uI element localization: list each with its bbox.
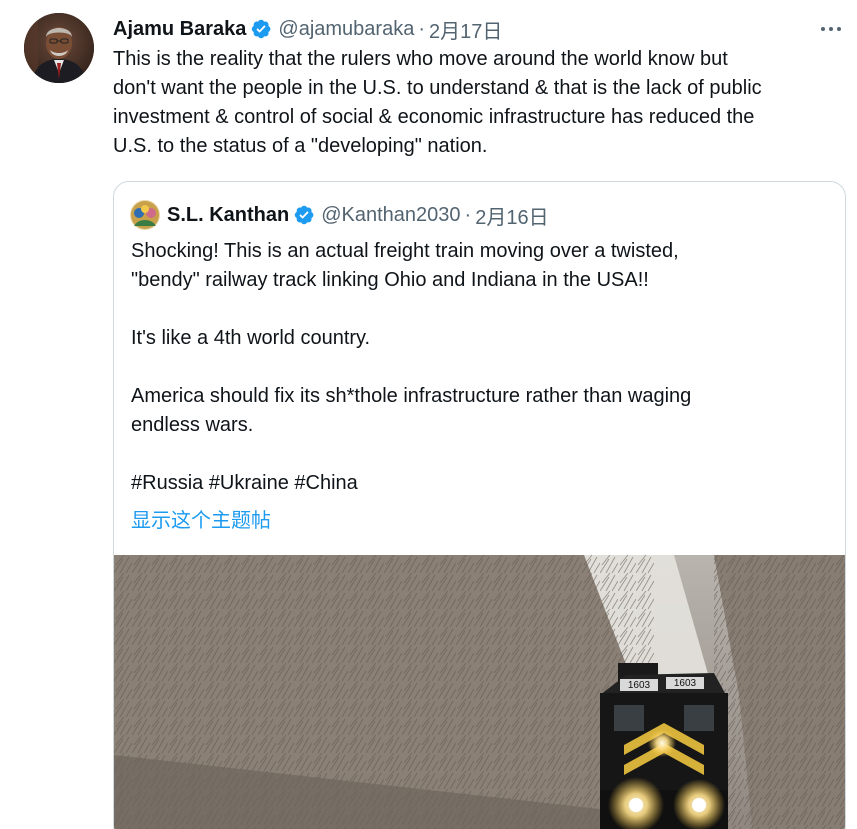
quoted-author-avatar	[130, 200, 160, 230]
author-avatar-image	[24, 13, 94, 83]
quoted-tweet-header: S.L. Kanthan @Kanthan2030 · 2月16日	[130, 200, 549, 230]
header-separator: ·	[418, 17, 426, 40]
tweet-text: This is the reality that the rulers who …	[113, 48, 762, 157]
tweet[interactable]: Ajamu Baraka @ajamubaraka · 2月17日 This i…	[0, 0, 857, 829]
show-thread-link[interactable]: 显示这个主题帖	[131, 504, 271, 533]
tweet-header: Ajamu Baraka @ajamubaraka · 2月17日	[113, 14, 849, 44]
tweet-content: Ajamu Baraka @ajamubaraka · 2月17日 This i…	[113, 14, 849, 161]
quoted-tweet-media[interactable]: 1603 1603	[114, 555, 845, 829]
author-handle[interactable]: @ajamubaraka	[278, 18, 414, 41]
quoted-author-handle[interactable]: @Kanthan2030	[321, 204, 460, 227]
more-options-icon	[821, 27, 841, 31]
author-avatar[interactable]	[24, 13, 94, 83]
more-options-button[interactable]	[813, 14, 849, 44]
locomotive-number-right: 1603	[674, 678, 697, 689]
quoted-header-separator: ·	[464, 203, 472, 226]
quoted-tweet[interactable]: S.L. Kanthan @Kanthan2030 · 2月16日 Shocki…	[113, 181, 846, 829]
quoted-tweet-date[interactable]: 2月16日	[475, 201, 548, 230]
locomotive: 1603 1603	[600, 663, 728, 829]
verified-badge-icon[interactable]	[250, 18, 272, 40]
quoted-author-name[interactable]: S.L. Kanthan	[167, 204, 289, 227]
quoted-verified-badge-icon[interactable]	[293, 204, 315, 226]
tweet-date[interactable]: 2月17日	[429, 15, 502, 44]
quoted-author-avatar-image	[130, 200, 160, 230]
quoted-tweet-text: Shocking! This is an actual freight trai…	[131, 240, 692, 494]
author-name[interactable]: Ajamu Baraka	[113, 18, 246, 41]
train-video-thumbnail: 1603 1603	[114, 555, 845, 829]
locomotive-number-left: 1603	[628, 680, 651, 691]
